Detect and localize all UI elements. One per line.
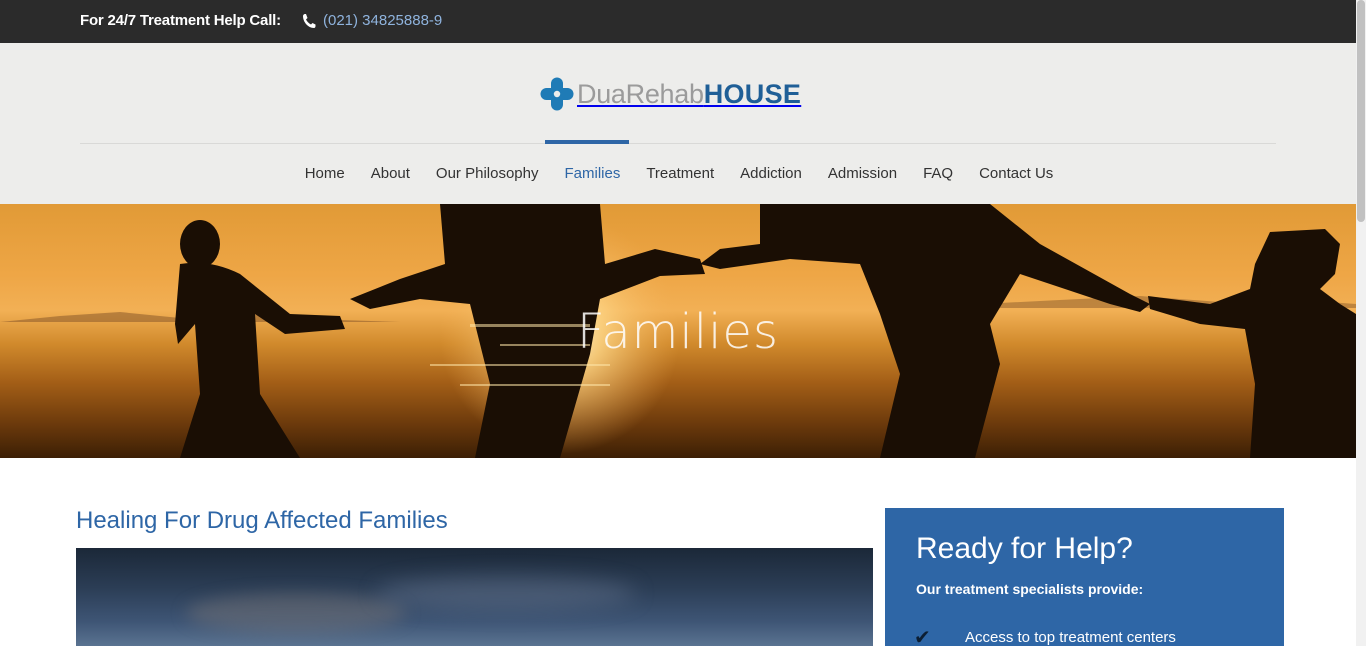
nav-item-home[interactable]: Home xyxy=(305,165,345,182)
scrollbar-thumb[interactable] xyxy=(1357,0,1365,222)
nav-item-families[interactable]: Families xyxy=(564,165,620,182)
page-scrollbar[interactable] xyxy=(1356,0,1366,646)
header-divider xyxy=(80,143,1276,144)
active-nav-indicator xyxy=(545,140,629,144)
help-line-text: For 24/7 Treatment Help Call: xyxy=(80,12,281,29)
image-cloud xyxy=(376,576,636,610)
sidebar-list-item: Access to top treatment centers xyxy=(965,629,1176,646)
nav-item-about[interactable]: About xyxy=(371,165,410,182)
sidebar-subtitle: Our treatment specialists provide: xyxy=(916,581,1144,597)
top-bar: For 24/7 Treatment Help Call: (021) 3482… xyxy=(0,0,1356,43)
image-cloud xyxy=(186,593,406,633)
nav-item-our-philosophy[interactable]: Our Philosophy xyxy=(436,165,539,182)
site-header: DuaRehab HOUSE Home About Our Philosophy… xyxy=(0,43,1356,204)
nav-item-addiction[interactable]: Addiction xyxy=(740,165,802,182)
phone-number-link[interactable]: (021) 34825888-9 xyxy=(323,12,442,29)
phone-icon xyxy=(303,14,316,28)
hero-title: Families xyxy=(577,304,779,360)
page-heading: Healing For Drug Affected Families xyxy=(76,507,448,534)
main-nav: Home About Our Philosophy Families Treat… xyxy=(0,165,1356,182)
medical-cross-icon xyxy=(540,77,574,111)
nav-item-admission[interactable]: Admission xyxy=(828,165,897,182)
help-sidebar: Ready for Help? Our treatment specialist… xyxy=(885,508,1284,646)
sidebar-title: Ready for Help? xyxy=(916,532,1133,565)
nav-item-faq[interactable]: FAQ xyxy=(923,165,953,182)
checkmark-icon: ✔ xyxy=(914,627,931,646)
nav-item-contact-us[interactable]: Contact Us xyxy=(979,165,1053,182)
nav-item-treatment[interactable]: Treatment xyxy=(646,165,714,182)
site-logo[interactable]: DuaRehab HOUSE xyxy=(540,76,801,112)
content-image xyxy=(76,548,873,646)
logo-text-primary: DuaRehab xyxy=(577,78,704,109)
logo-text-secondary: HOUSE xyxy=(703,78,802,109)
hero-banner: Families xyxy=(0,204,1356,458)
